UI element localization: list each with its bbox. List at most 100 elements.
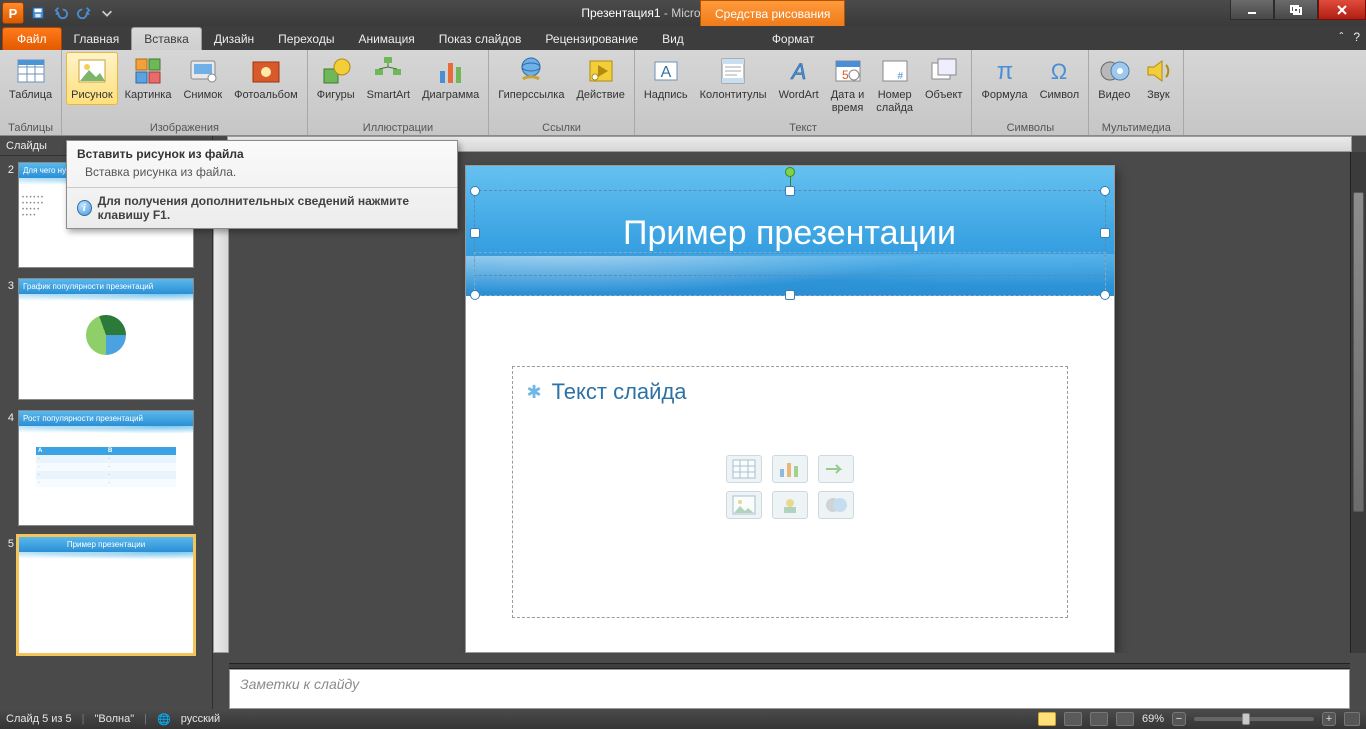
rotation-handle[interactable] bbox=[785, 167, 795, 177]
scrollbar-thumb[interactable] bbox=[1353, 192, 1364, 512]
resize-handle[interactable] bbox=[470, 228, 480, 238]
tab-insert[interactable]: Вставка bbox=[131, 27, 202, 50]
vertical-scrollbar[interactable] bbox=[1350, 152, 1366, 653]
insert-datetime-button[interactable]: 5 Дата и время bbox=[826, 52, 870, 117]
zoom-in-button[interactable]: + bbox=[1322, 712, 1336, 726]
insert-photoalbum-button[interactable]: Фотоальбом bbox=[229, 52, 303, 105]
contextual-tab-drawing-tools[interactable]: Средства рисования bbox=[700, 0, 845, 26]
tooltip-body: Вставка рисунка из файла. bbox=[67, 163, 457, 187]
placeholder-text[interactable]: Текст слайда bbox=[552, 379, 687, 405]
insert-table-placeholder[interactable] bbox=[726, 455, 762, 483]
button-label: Снимок bbox=[183, 89, 222, 102]
view-sorter-button[interactable] bbox=[1064, 712, 1082, 726]
thumbnail-item[interactable]: 5 Пример презентации bbox=[4, 536, 206, 654]
resize-handle[interactable] bbox=[470, 186, 480, 196]
zoom-slider-knob[interactable] bbox=[1242, 713, 1250, 725]
insert-clipart-button[interactable]: Картинка bbox=[120, 52, 177, 105]
view-slideshow-button[interactable] bbox=[1116, 712, 1134, 726]
insert-smartart-placeholder[interactable] bbox=[818, 455, 854, 483]
qat-undo-button[interactable] bbox=[50, 2, 72, 24]
qat-save-button[interactable] bbox=[27, 2, 49, 24]
status-language[interactable]: русский bbox=[181, 713, 220, 725]
zoom-percent[interactable]: 69% bbox=[1142, 713, 1164, 725]
button-label-2: слайда bbox=[876, 102, 913, 115]
button-label: Фотоальбом bbox=[234, 89, 298, 102]
button-label: Рисунок bbox=[71, 89, 113, 102]
zoom-slider[interactable] bbox=[1194, 717, 1314, 721]
insert-wordart-button[interactable]: A WordArt bbox=[774, 52, 824, 105]
insert-headerfooter-button[interactable]: Колонтитулы bbox=[695, 52, 772, 105]
insert-action-button[interactable]: Действие bbox=[571, 52, 629, 105]
tab-slideshow[interactable]: Показ слайдов bbox=[427, 28, 534, 50]
ribbon-minimize-button[interactable]: ˆ bbox=[1339, 30, 1343, 44]
insert-equation-button[interactable]: π Формула bbox=[976, 52, 1032, 105]
minimize-icon bbox=[1246, 5, 1258, 15]
status-slide-counter: Слайд 5 из 5 bbox=[6, 713, 72, 725]
app-icon[interactable]: P bbox=[2, 2, 24, 24]
view-reading-button[interactable] bbox=[1090, 712, 1108, 726]
insert-table-button[interactable]: Таблица bbox=[4, 52, 57, 105]
status-theme: "Волна" bbox=[95, 713, 135, 725]
thumb-title: Пример презентации bbox=[19, 537, 193, 552]
insert-audio-button[interactable]: Звук bbox=[1137, 52, 1179, 105]
insert-slidenumber-button[interactable]: # Номер слайда bbox=[871, 52, 918, 117]
qat-customize-button[interactable] bbox=[96, 2, 118, 24]
resize-handle[interactable] bbox=[785, 290, 795, 300]
qat-redo-button[interactable] bbox=[73, 2, 95, 24]
insert-symbol-button[interactable]: Ω Символ bbox=[1035, 52, 1085, 105]
ribbon-group-images: Рисунок Картинка Снимок Фотоальбом Изобр… bbox=[62, 50, 308, 135]
tab-file[interactable]: Файл bbox=[2, 27, 62, 50]
insert-object-button[interactable]: Объект bbox=[920, 52, 967, 105]
button-label: Надпись bbox=[644, 89, 688, 102]
resize-handle[interactable] bbox=[1100, 186, 1110, 196]
close-button[interactable] bbox=[1318, 0, 1366, 20]
thumbnail-item[interactable]: 4 Рост популярности презентаций AB······… bbox=[4, 410, 206, 526]
insert-screenshot-button[interactable]: Снимок bbox=[178, 52, 227, 105]
group-label: Таблицы bbox=[4, 122, 57, 135]
insert-chart-button[interactable]: Диаграмма bbox=[417, 52, 484, 105]
textbox-icon: A bbox=[650, 55, 682, 87]
insert-chart-placeholder[interactable] bbox=[772, 455, 808, 483]
button-label: Символ bbox=[1040, 89, 1080, 102]
help-button[interactable]: ? bbox=[1353, 30, 1360, 44]
maximize-button[interactable] bbox=[1274, 0, 1318, 20]
slide[interactable]: Пример презентации ✱ Текст слайда bbox=[466, 166, 1114, 652]
notes-pane[interactable]: Заметки к слайду bbox=[229, 669, 1350, 709]
insert-media-placeholder[interactable] bbox=[818, 491, 854, 519]
view-normal-button[interactable] bbox=[1038, 712, 1056, 726]
insert-picture-button[interactable]: Рисунок bbox=[66, 52, 118, 105]
tab-home[interactable]: Главная bbox=[62, 28, 132, 50]
ribbon-group-tables: Таблица Таблицы bbox=[0, 50, 62, 135]
thumb-title: Рост популярности презентаций bbox=[19, 411, 193, 426]
headerfooter-icon bbox=[717, 55, 749, 87]
insert-hyperlink-button[interactable]: Гиперссылка bbox=[493, 52, 569, 105]
resize-handle[interactable] bbox=[1100, 228, 1110, 238]
insert-clipart-placeholder[interactable] bbox=[772, 491, 808, 519]
slide-title-text[interactable]: Пример презентации bbox=[480, 194, 1100, 272]
insert-textbox-button[interactable]: A Надпись bbox=[639, 52, 693, 105]
tab-transitions[interactable]: Переходы bbox=[266, 28, 346, 50]
resize-handle[interactable] bbox=[1100, 290, 1110, 300]
zoom-out-button[interactable]: − bbox=[1172, 712, 1186, 726]
insert-video-button[interactable]: Видео bbox=[1093, 52, 1135, 105]
tab-design[interactable]: Дизайн bbox=[202, 28, 266, 50]
title-placeholder[interactable]: Пример презентации bbox=[480, 194, 1100, 272]
thumbnail-item[interactable]: 3 График популярности презентаций bbox=[4, 278, 206, 400]
action-icon bbox=[585, 55, 617, 87]
thumbnails-list[interactable]: 2 Для чего нужны презентации • • • • • •… bbox=[0, 156, 212, 709]
content-placeholder[interactable]: ✱ Текст слайда bbox=[512, 366, 1068, 618]
fit-to-window-button[interactable] bbox=[1344, 712, 1360, 726]
thumb-title: График популярности презентаций bbox=[19, 279, 193, 294]
group-label: Изображения bbox=[66, 122, 303, 135]
tab-animation[interactable]: Анимация bbox=[346, 28, 426, 50]
insert-picture-placeholder[interactable] bbox=[726, 491, 762, 519]
insert-smartart-button[interactable]: SmartArt bbox=[362, 52, 415, 105]
svg-text:Ω: Ω bbox=[1051, 59, 1067, 84]
tab-view[interactable]: Вид bbox=[650, 28, 696, 50]
svg-text:A: A bbox=[660, 64, 671, 81]
tab-format[interactable]: Формат bbox=[760, 28, 827, 50]
minimize-button[interactable] bbox=[1230, 0, 1274, 20]
resize-handle[interactable] bbox=[470, 290, 480, 300]
insert-shapes-button[interactable]: Фигуры bbox=[312, 52, 360, 105]
tab-review[interactable]: Рецензирование bbox=[533, 28, 650, 50]
